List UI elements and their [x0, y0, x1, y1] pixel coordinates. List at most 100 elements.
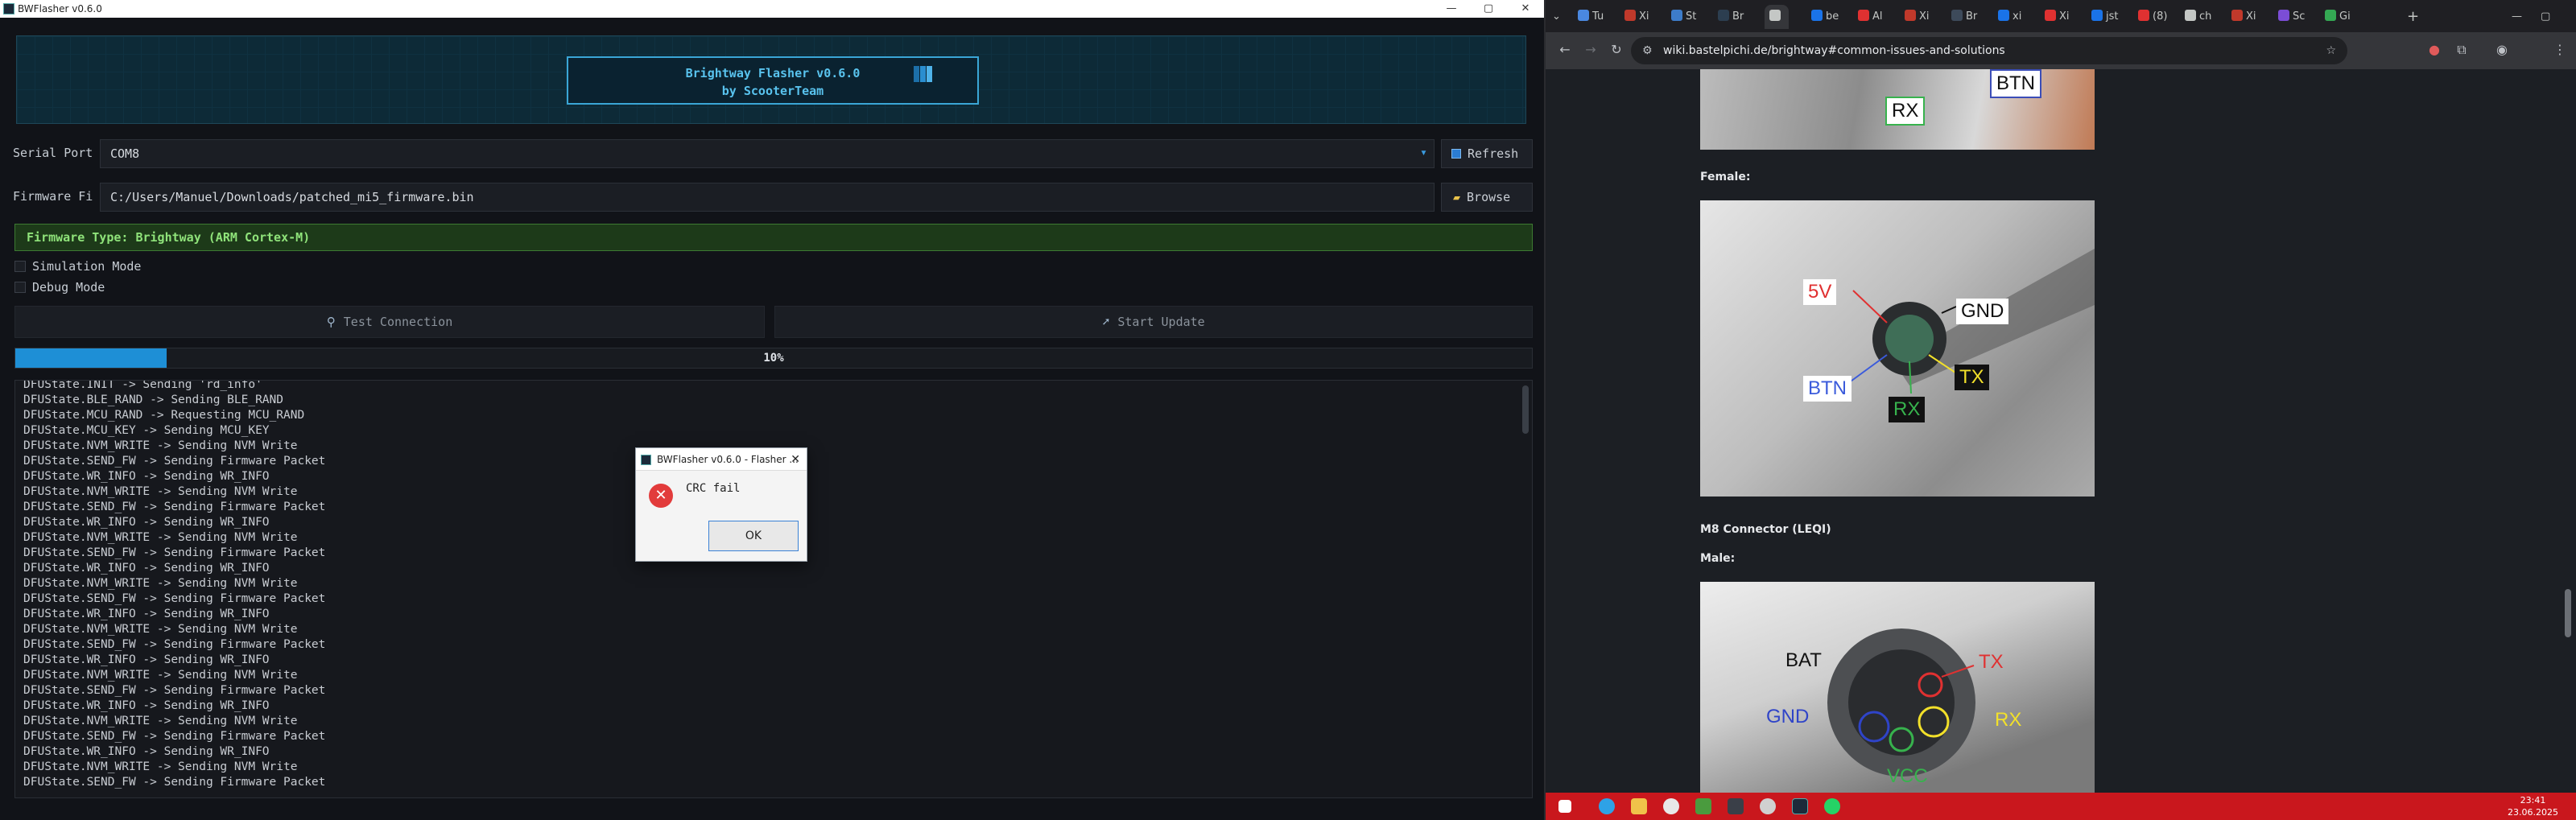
serial-port-label: Serial Port	[13, 146, 93, 160]
tab-label: be	[1826, 10, 1839, 23]
tab-favicon-icon	[1811, 10, 1823, 21]
log-line: DFUState.SEND_FW -> Sending Firmware Pac…	[23, 684, 326, 697]
maximize-icon[interactable]: ▢	[2541, 5, 2550, 29]
browser-tab[interactable]: xi	[1998, 5, 2021, 29]
browser-tab[interactable]: Xi	[1905, 5, 1930, 29]
browser-tab[interactable]: be	[1811, 5, 1839, 29]
rocket-icon: ➚	[1102, 315, 1110, 329]
browser-tab[interactable]: ch	[2185, 5, 2211, 29]
browser-tab[interactable]: Br	[1718, 5, 1744, 29]
minimize-icon[interactable]: —	[1433, 0, 1470, 18]
profile-icon[interactable]: ◉	[2492, 40, 2512, 60]
browser-tab[interactable]: Gi	[2325, 5, 2351, 29]
browser-tab[interactable]: (8)	[2138, 5, 2167, 29]
browser-tab[interactable]: Br	[1951, 5, 1977, 29]
new-tab-icon[interactable]: +	[2407, 5, 2419, 29]
progress-text: 10%	[763, 352, 784, 365]
tab-search-icon[interactable]: ⌄	[1552, 5, 1561, 29]
log-lines: DFUState.INIT -> Sending 'rd_info' DFUSta…	[23, 381, 326, 790]
simulation-mode-checkbox[interactable]: Simulation Mode	[14, 259, 141, 275]
bookmark-star-icon[interactable]: ☆	[2326, 37, 2336, 64]
tab-favicon-icon	[2091, 10, 2103, 21]
test-connection-button[interactable]: ⚲ Test Connection	[14, 306, 765, 338]
forward-icon[interactable]: →	[1581, 40, 1600, 60]
firmware-file-input[interactable]: C:/Users/Manuel/Downloads/patched_mi5_fi…	[100, 183, 1435, 212]
tab-favicon-icon	[2185, 10, 2196, 21]
log-line: DFUState.WR_INFO -> Sending WR_INFO	[23, 745, 270, 758]
label-bat: BAT	[1785, 649, 1822, 671]
log-line: DFUState.WR_INFO -> Sending WR_INFO	[23, 470, 270, 483]
tab-favicon-icon	[2278, 10, 2289, 21]
label-vcc: VCC	[1887, 765, 1928, 787]
log-line: DFUState.WR_INFO -> Sending WR_INFO	[23, 608, 270, 620]
label-tx: TX	[1979, 651, 2004, 673]
search-icon: ⚲	[326, 315, 336, 329]
label-gnd: GND	[1956, 299, 2009, 324]
page-scrollbar[interactable]	[2565, 74, 2571, 782]
refresh-button[interactable]: Refresh	[1441, 139, 1533, 168]
log-output[interactable]: DFUState.INIT -> Sending 'rd_info' DFUSta…	[14, 380, 1533, 798]
back-icon[interactable]: ←	[1555, 40, 1575, 60]
ok-button[interactable]: OK	[708, 521, 799, 551]
browser-tab[interactable]: St	[1671, 5, 1696, 29]
chevron-down-icon: ▾	[1419, 145, 1427, 159]
edge-icon[interactable]	[1599, 798, 1615, 814]
site-info-icon: ⚙	[1642, 44, 1653, 57]
close-icon[interactable]: ✕	[791, 448, 800, 471]
browser-tab[interactable]: Al	[1858, 5, 1883, 29]
start-update-button[interactable]: ➚ Start Update	[774, 306, 1533, 338]
tab-favicon-icon	[1578, 10, 1589, 21]
label-btn: BTN	[1803, 376, 1852, 402]
address-bar[interactable]: ⚙ wiki.bastelpichi.de/brightway#common-i…	[1631, 37, 2347, 64]
tab-label: Xi	[2246, 10, 2256, 23]
tab-label: Tu	[1592, 10, 1604, 23]
close-icon[interactable]: ✕	[1507, 0, 1544, 18]
firmware-file-label: Firmware Fi	[13, 189, 93, 204]
log-scrollbar[interactable]	[1522, 385, 1529, 434]
log-line: DFUState.SEND_FW -> Sending Firmware Pac…	[23, 501, 326, 513]
extension-icon[interactable]: ●	[2425, 40, 2444, 60]
browser-tab[interactable]: Tu	[1578, 5, 1604, 29]
tab-label: (8)	[2153, 10, 2168, 23]
browser-tab[interactable]: Xi	[2231, 5, 2256, 29]
bwflasher-taskbar-icon[interactable]	[1792, 798, 1808, 814]
tab-favicon-icon	[1671, 10, 1682, 21]
log-line: DFUState.WR_INFO -> Sending WR_INFO	[23, 699, 270, 712]
browser-tab[interactable]: Sc	[2278, 5, 2305, 29]
menu-icon[interactable]: ⋮	[2550, 40, 2570, 60]
browse-button[interactable]: ▰ Browse	[1441, 183, 1533, 212]
tab-favicon-icon	[2325, 10, 2336, 21]
puzzle-icon[interactable]: ⧉	[2452, 40, 2471, 60]
progress-bar: 10%	[14, 348, 1533, 369]
log-line: DFUState.NVM_WRITE -> Sending NVM Write	[23, 760, 298, 773]
m8-heading: M8 Connector (LEQI)	[1700, 523, 1831, 536]
tab-favicon-icon	[1998, 10, 2009, 21]
minimize-icon[interactable]: —	[2512, 5, 2522, 29]
browser-tab[interactable]: Xi	[1624, 5, 1649, 29]
debug-mode-checkbox[interactable]: Debug Mode	[14, 280, 105, 296]
browser-tab[interactable]	[1765, 5, 1789, 29]
logo-blocks-icon	[913, 66, 932, 87]
serial-port-select[interactable]: COM8 ▾	[100, 139, 1435, 168]
log-line: DFUState.MCU_KEY -> Sending MCU_KEY	[23, 424, 270, 437]
minecraft-icon[interactable]	[1695, 798, 1711, 814]
folder-icon: ▰	[1453, 190, 1461, 204]
settings-icon[interactable]	[1760, 798, 1776, 814]
female-heading: Female:	[1700, 171, 1751, 183]
tab-favicon-icon	[1905, 10, 1916, 21]
browser-tab[interactable]: Xi	[2045, 5, 2070, 29]
log-line: DFUState.SEND_FW -> Sending Firmware Pac…	[23, 776, 326, 789]
whatsapp-icon[interactable]	[1824, 798, 1840, 814]
browser-tab[interactable]: jst	[2091, 5, 2118, 29]
start-icon[interactable]	[1558, 800, 1571, 813]
reload-icon[interactable]: ↻	[1607, 40, 1626, 60]
file-explorer-icon[interactable]	[1631, 798, 1647, 814]
terminal-icon[interactable]	[1728, 798, 1744, 814]
chrome-icon[interactable]	[1663, 798, 1679, 814]
maximize-icon[interactable]: ▢	[1470, 0, 1507, 18]
log-line: DFUState.SEND_FW -> Sending Firmware Pac…	[23, 546, 326, 559]
system-clock[interactable]: 23:41 23.06.2025	[2508, 794, 2558, 818]
tab-favicon-icon	[1769, 10, 1781, 21]
tab-label: Br	[1732, 10, 1744, 23]
log-line: DFUState.BLE_RAND -> Sending BLE_RAND	[23, 394, 284, 406]
